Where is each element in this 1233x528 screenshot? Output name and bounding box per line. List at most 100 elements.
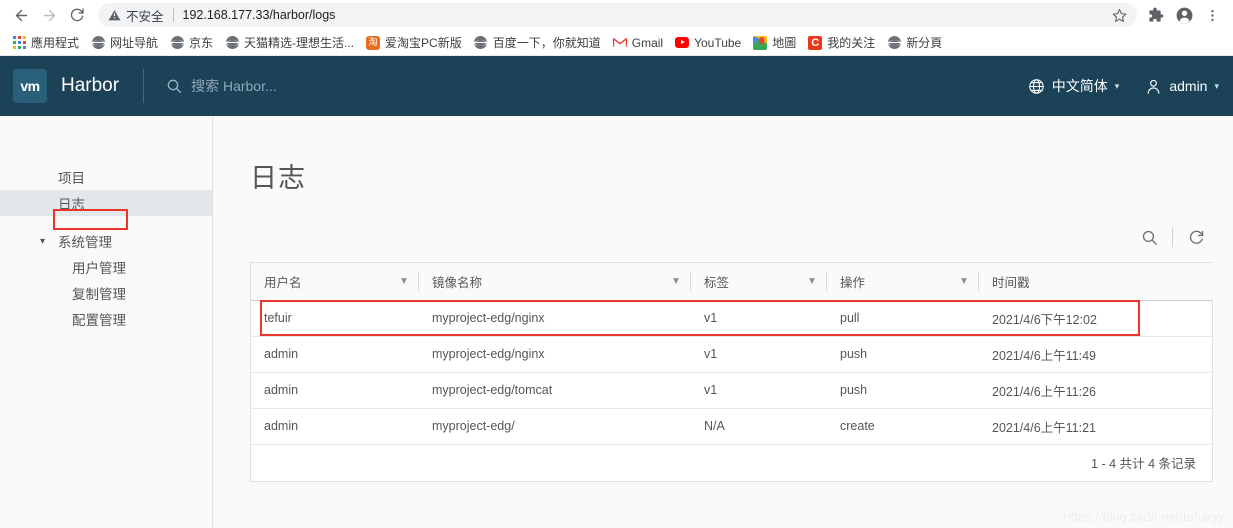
bookmark-new-tab[interactable]: 新分頁 xyxy=(881,33,948,53)
table-header-row: 用户名 ▼ 镜像名称 ▼ 标签 ▼ 操作 ▼ 时间戳 xyxy=(251,263,1213,301)
vmware-logo: vm xyxy=(13,69,47,103)
header-divider xyxy=(143,69,145,103)
column-header-tag[interactable]: 标签 ▼ xyxy=(691,263,827,301)
omnibox-divider xyxy=(172,8,174,22)
language-selector[interactable]: 中文简体 ▾ xyxy=(1028,76,1120,96)
profile-avatar-icon[interactable] xyxy=(1171,2,1197,28)
sidebar-item-user-management[interactable]: 用户管理 xyxy=(0,254,212,280)
chevron-down-icon: ▾ xyxy=(1114,80,1120,91)
table-pagination-info: 1 - 4 共计 4 条记录 xyxy=(251,444,1212,481)
url-text[interactable]: 192.168.177.33/harbor/logs xyxy=(183,8,336,22)
cell-operation: create xyxy=(827,408,979,445)
bookmark-maps[interactable]: 地圖 xyxy=(747,33,802,53)
harbor-search[interactable]: 搜索 Harbor... xyxy=(166,76,277,96)
sidebar: 项目 日志 ▾ 系统管理 用户管理 复制管理 配置管理 xyxy=(0,116,213,528)
chevron-down-icon: ▾ xyxy=(1214,80,1219,91)
sidebar-item-label: 日志 xyxy=(58,197,85,212)
globe-icon xyxy=(170,36,184,50)
address-bar[interactable]: 不安全 192.168.177.33/harbor/logs xyxy=(98,3,1137,27)
bookmark-apps[interactable]: 應用程式 xyxy=(6,33,85,53)
globe-icon xyxy=(91,36,105,50)
forward-arrow-icon[interactable] xyxy=(36,2,62,28)
back-arrow-icon[interactable] xyxy=(8,2,34,28)
cell-repository: myproject-edg/ xyxy=(419,408,691,445)
cell-operation: pull xyxy=(827,300,979,337)
column-label: 标签 xyxy=(704,275,730,290)
logs-table-card: 用户名 ▼ 镜像名称 ▼ 标签 ▼ 操作 ▼ 时间戳 tefuir myproj… xyxy=(250,262,1213,482)
bookmark-label: 百度一下，你就知道 xyxy=(492,35,601,50)
cell-timestamp: 2021/4/6上午11:21 xyxy=(979,408,1213,445)
filter-funnel-icon[interactable]: ▼ xyxy=(671,276,681,287)
sidebar-item-projects[interactable]: 项目 xyxy=(0,164,212,190)
star-icon[interactable] xyxy=(1104,8,1127,23)
search-icon[interactable] xyxy=(1132,222,1166,252)
bookmark-label: 新分頁 xyxy=(906,35,943,50)
table-row[interactable]: admin myproject-edg/tomcat v1 push 2021/… xyxy=(251,372,1213,409)
app-brand-title: Harbor xyxy=(61,75,120,96)
not-secure-label: 不安全 xyxy=(126,9,164,24)
browser-toolbar: 不安全 192.168.177.33/harbor/logs xyxy=(0,0,1233,30)
column-label: 用户名 xyxy=(264,275,302,290)
bookmark-taobao[interactable]: 淘 爱淘宝PC新版 xyxy=(360,33,468,53)
bookmark-label: 天猫精选-理想生活... xyxy=(244,35,355,50)
cell-timestamp: 2021/4/6下午12:02 xyxy=(979,300,1213,337)
globe-icon xyxy=(474,36,488,50)
cell-operation: push xyxy=(827,372,979,409)
watermark: https://blog.csdn.net/tefuiryy xyxy=(1063,510,1225,524)
table-row[interactable]: tefuir myproject-edg/nginx v1 pull 2021/… xyxy=(251,300,1213,337)
bookmark-tmall[interactable]: 天猫精选-理想生活... xyxy=(219,33,360,53)
three-dot-menu-icon[interactable] xyxy=(1199,2,1225,28)
cell-tag: v1 xyxy=(691,336,827,373)
puzzle-icon[interactable] xyxy=(1143,2,1169,28)
sidebar-group-label: 系统管理 xyxy=(58,235,112,250)
cell-username: tefuir xyxy=(251,300,419,337)
content-area: 日志 用户名 ▼ 镜像名称 ▼ 标签 ▼ 操作 ▼ 时间戳 tefuir myp… xyxy=(213,116,1233,528)
logs-table: 用户名 ▼ 镜像名称 ▼ 标签 ▼ 操作 ▼ 时间戳 tefuir myproj… xyxy=(251,263,1213,445)
bookmark-csdn[interactable]: C 我的关注 xyxy=(802,33,881,53)
column-label: 操作 xyxy=(840,275,866,290)
bookmark-baidu[interactable]: 百度一下，你就知道 xyxy=(468,33,607,53)
toolbar-divider xyxy=(1172,227,1173,247)
sidebar-group-administration[interactable]: ▾ 系统管理 xyxy=(0,228,212,254)
column-header-username[interactable]: 用户名 ▼ xyxy=(251,263,419,301)
bookmark-gmail[interactable]: Gmail xyxy=(607,33,669,53)
harbor-app: vm Harbor 搜索 Harbor... 中文简体 ▾ admin ▾ 项目… xyxy=(0,56,1233,528)
sidebar-item-replication-management[interactable]: 复制管理 xyxy=(0,280,212,306)
column-header-operation[interactable]: 操作 ▼ xyxy=(827,263,979,301)
table-row[interactable]: admin myproject-edg/ N/A create 2021/4/6… xyxy=(251,408,1213,445)
bookmark-label: YouTube xyxy=(694,35,742,50)
cell-tag: v1 xyxy=(691,300,827,337)
column-header-timestamp[interactable]: 时间戳 xyxy=(979,263,1213,301)
filter-funnel-icon[interactable]: ▼ xyxy=(959,276,969,287)
column-header-repository[interactable]: 镜像名称 ▼ xyxy=(419,263,691,301)
cell-tag: v1 xyxy=(691,372,827,409)
bookmark-jd[interactable]: 京东 xyxy=(164,33,219,53)
bookmark-web-nav[interactable]: 网址导航 xyxy=(85,33,164,53)
table-row[interactable]: admin myproject-edg/nginx v1 push 2021/4… xyxy=(251,336,1213,373)
cell-tag: N/A xyxy=(691,408,827,445)
sidebar-item-configuration-management[interactable]: 配置管理 xyxy=(0,306,212,332)
refresh-icon[interactable] xyxy=(1179,222,1213,252)
page-title: 日志 xyxy=(250,163,306,193)
language-label: 中文简体 xyxy=(1051,78,1108,94)
bookmarks-bar: 應用程式 网址导航 京东 天猫精选-理想生活... 淘 爱淘宝PC新版 百度一下… xyxy=(0,30,1233,56)
filter-funnel-icon[interactable]: ▼ xyxy=(399,276,409,287)
reload-icon[interactable] xyxy=(64,2,90,28)
google-maps-icon xyxy=(753,35,768,50)
bookmark-label: 京东 xyxy=(189,35,214,50)
csdn-icon: C xyxy=(808,35,823,50)
chevron-down-icon: ▾ xyxy=(40,235,46,247)
taobao-icon: 淘 xyxy=(366,35,381,50)
column-label: 时间戳 xyxy=(992,275,1030,290)
apps-grid-icon xyxy=(12,36,26,50)
cell-operation: push xyxy=(827,336,979,373)
bookmark-label: 网址导航 xyxy=(110,35,159,50)
user-icon xyxy=(1145,78,1162,95)
cell-username: admin xyxy=(251,408,419,445)
user-menu[interactable]: admin ▾ xyxy=(1145,78,1219,95)
globe-icon xyxy=(225,36,239,50)
filter-funnel-icon[interactable]: ▼ xyxy=(807,276,817,287)
bookmark-youtube[interactable]: YouTube xyxy=(669,33,747,53)
sidebar-item-logs[interactable]: 日志 xyxy=(0,190,212,216)
cell-username: admin xyxy=(251,372,419,409)
